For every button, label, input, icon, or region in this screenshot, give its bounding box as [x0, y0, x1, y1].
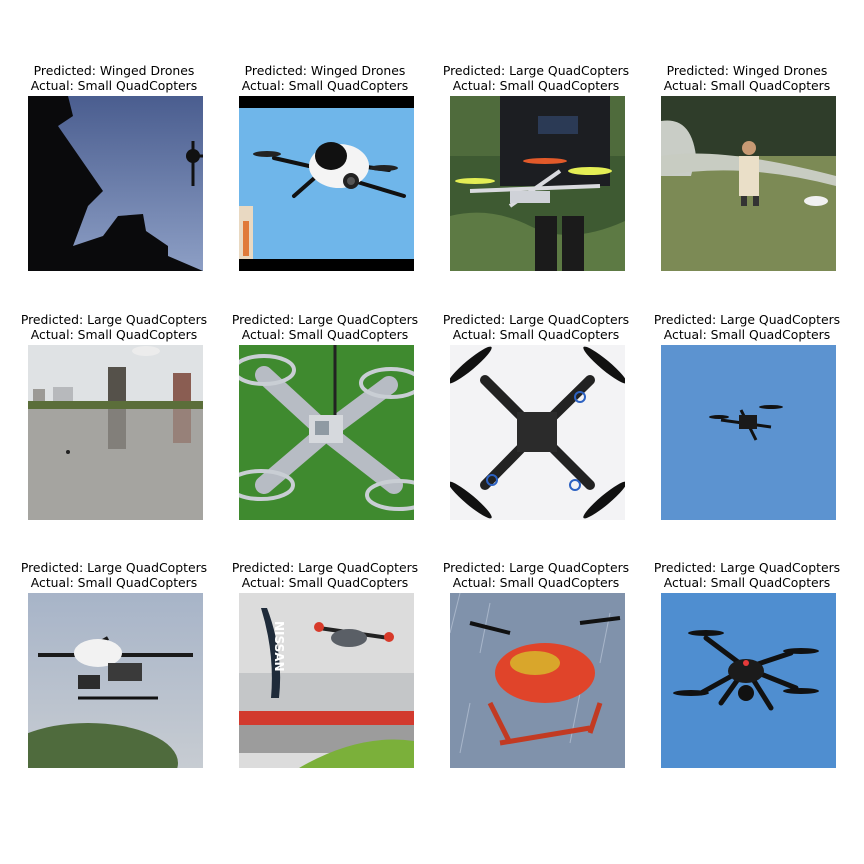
black-hexacopter-sky-image [661, 593, 836, 768]
drone-in-blue-sky-image [661, 345, 836, 520]
panel-8-predicted: Predicted: Large QuadCopters [653, 312, 841, 327]
panel-8-image [661, 345, 836, 520]
racing-drone-track-image: NISSAN [239, 593, 414, 768]
panel-2-image [239, 96, 414, 271]
people-in-park-image [661, 96, 836, 271]
panel-9-image [28, 593, 203, 768]
panel-4-image [661, 96, 836, 271]
panel-12-actual: Actual: Small QuadCopters [663, 575, 831, 590]
panel-12-caption: Predicted: Large QuadCopters Actual: Sma… [617, 560, 864, 590]
panel-8-actual: Actual: Small QuadCopters [663, 327, 831, 342]
panel-4-predicted: Predicted: Winged Drones [666, 63, 828, 78]
panel-8-caption: Predicted: Large QuadCopters Actual: Sma… [617, 312, 864, 342]
panel-1-image [28, 96, 203, 271]
panel-4-actual: Actual: Small QuadCopters [663, 78, 831, 93]
panel-6-image [239, 345, 414, 520]
white-quadcopter-image [239, 96, 414, 271]
panel-4-caption: Predicted: Winged Drones Actual: Small Q… [617, 63, 864, 93]
white-hexacopter-camera-image [28, 593, 203, 768]
nissan-banner-text: NISSAN [272, 621, 286, 672]
drone-silhouette-sky-image [28, 96, 203, 271]
orange-drone-in-rain-image [450, 593, 625, 768]
panel-7-image [450, 345, 625, 520]
black-frame-quadcopter-image [450, 345, 625, 520]
hexacopter-on-grass-image [450, 96, 625, 271]
panel-5-image [28, 345, 203, 520]
panel-12-image [661, 593, 836, 768]
panel-10-image: NISSAN [239, 593, 414, 768]
city-lake-drone-image [28, 345, 203, 520]
panel-11-image [450, 593, 625, 768]
grey-quadcopter-on-grass-image [239, 345, 414, 520]
panel-3-image [450, 96, 625, 271]
panel-12-predicted: Predicted: Large QuadCopters [653, 560, 841, 575]
